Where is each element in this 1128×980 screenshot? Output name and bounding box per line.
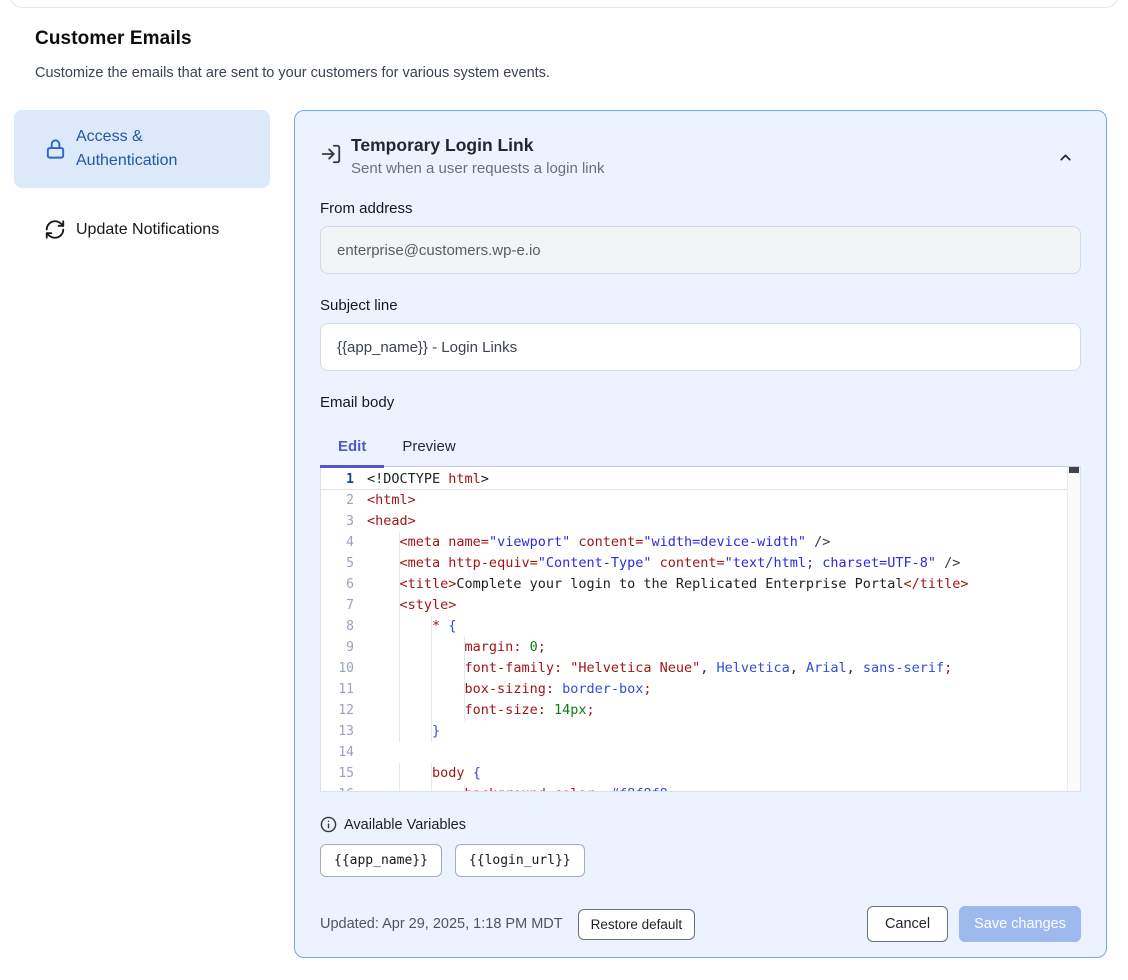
panel-header-text: Temporary Login Link Sent when a user re… — [351, 135, 1057, 177]
line-number: 2 — [321, 490, 367, 511]
code-line[interactable]: 7 <style> — [321, 595, 1080, 616]
page-subtitle: Customize the emails that are sent to yo… — [35, 65, 550, 81]
tab-edit[interactable]: Edit — [320, 426, 384, 466]
tab-preview[interactable]: Preview — [384, 426, 473, 466]
from-address-label: From address — [320, 200, 1081, 217]
code-line[interactable]: 14 — [321, 742, 1080, 763]
code-line[interactable]: 6 <title>Complete your login to the Repl… — [321, 574, 1080, 595]
refresh-icon — [44, 219, 67, 242]
variable-chip[interactable]: {{login_url}} — [455, 844, 585, 877]
code-content: body { — [367, 763, 1080, 784]
code-line[interactable]: 11 box-sizing: border-box; — [321, 679, 1080, 700]
log-in-icon — [320, 143, 342, 165]
available-variables-label: Available Variables — [344, 817, 466, 833]
code-line[interactable]: 15 body { — [321, 763, 1080, 784]
code-line[interactable]: 13 } — [321, 721, 1080, 742]
sidebar-item-label: Access & Authentication — [76, 125, 226, 173]
from-address-input[interactable] — [320, 226, 1081, 274]
sidebar: Access & Authentication Update Notificati… — [14, 110, 270, 254]
line-number: 1 — [321, 469, 367, 489]
email-settings-panel: Temporary Login Link Sent when a user re… — [294, 110, 1107, 958]
line-number: 11 — [321, 679, 367, 700]
save-changes-button[interactable]: Save changes — [959, 906, 1081, 942]
variable-chip[interactable]: {{app_name}} — [320, 844, 442, 877]
editor-tabs: EditPreview — [320, 426, 1081, 466]
panel-footer: Updated: Apr 29, 2025, 1:18 PM MDT Resto… — [320, 906, 1081, 942]
line-number: 13 — [321, 721, 367, 742]
variable-chips: {{app_name}} {{login_url}} — [320, 844, 1081, 877]
collapse-button[interactable] — [1057, 145, 1081, 169]
panel-subtitle: Sent when a user requests a login link — [351, 160, 1057, 177]
code-content: <meta name="viewport" content="width=dev… — [367, 532, 1080, 553]
code-content: <head> — [367, 511, 1080, 532]
sidebar-item-update-notifications[interactable]: Update Notifications — [14, 206, 270, 254]
code-editor[interactable]: 1<!DOCTYPE html>2<html>3<head>4 <meta na… — [320, 466, 1081, 792]
code-line[interactable]: 5 <meta http-equiv="Content-Type" conten… — [321, 553, 1080, 574]
sidebar-item-access-authentication[interactable]: Access & Authentication — [14, 110, 270, 188]
available-variables-row: Available Variables — [320, 816, 1081, 833]
code-content: <meta http-equiv="Content-Type" content=… — [367, 553, 1080, 574]
code-content: font-family: "Helvetica Neue", Helvetica… — [367, 658, 1080, 679]
line-number: 7 — [321, 595, 367, 616]
subject-line-input[interactable] — [320, 323, 1081, 371]
lock-icon — [44, 138, 67, 161]
code-content: background-color: #f8f8f8; — [367, 784, 1080, 792]
code-line[interactable]: 1<!DOCTYPE html> — [321, 469, 1080, 490]
line-number: 10 — [321, 658, 367, 679]
line-number: 3 — [321, 511, 367, 532]
line-number: 12 — [321, 700, 367, 721]
code-content: <title>Complete your login to the Replic… — [367, 574, 1080, 595]
code-line[interactable]: 10 font-family: "Helvetica Neue", Helvet… — [321, 658, 1080, 679]
panel-title: Temporary Login Link — [351, 135, 1057, 156]
code-content: <html> — [367, 490, 1080, 511]
previous-card-bottom-edge — [10, 0, 1118, 8]
code-line[interactable]: 12 font-size: 14px; — [321, 700, 1080, 721]
line-number: 16 — [321, 784, 367, 792]
code-content: box-sizing: border-box; — [367, 679, 1080, 700]
code-line[interactable]: 9 margin: 0; — [321, 637, 1080, 658]
chevron-up-icon — [1057, 149, 1081, 166]
code-content: * { — [367, 616, 1080, 637]
editor-scrollbar[interactable] — [1067, 467, 1080, 791]
subject-line-label: Subject line — [320, 297, 1081, 314]
code-content — [367, 742, 1080, 763]
code-content: } — [367, 721, 1080, 742]
line-number: 5 — [321, 553, 367, 574]
code-line[interactable]: 16 background-color: #f8f8f8; — [321, 784, 1080, 792]
code-content: <style> — [367, 595, 1080, 616]
code-content: margin: 0; — [367, 637, 1080, 658]
line-number: 8 — [321, 616, 367, 637]
code-line[interactable]: 2<html> — [321, 490, 1080, 511]
updated-timestamp: Updated: Apr 29, 2025, 1:18 PM MDT — [320, 916, 563, 932]
code-line[interactable]: 3<head> — [321, 511, 1080, 532]
line-number: 14 — [321, 742, 367, 763]
panel-header: Temporary Login Link Sent when a user re… — [320, 135, 1081, 177]
code-content: font-size: 14px; — [367, 700, 1080, 721]
sidebar-item-label: Update Notifications — [76, 221, 219, 239]
code-content: <!DOCTYPE html> — [367, 469, 1080, 489]
email-body-label: Email body — [320, 394, 1081, 411]
editor-scrollbar-thumb[interactable] — [1069, 467, 1079, 473]
page-title: Customer Emails — [35, 28, 192, 50]
line-number: 9 — [321, 637, 367, 658]
code-line[interactable]: 4 <meta name="viewport" content="width=d… — [321, 532, 1080, 553]
line-number: 6 — [321, 574, 367, 595]
restore-default-button[interactable]: Restore default — [578, 909, 696, 940]
code-line[interactable]: 8 * { — [321, 616, 1080, 637]
line-number: 4 — [321, 532, 367, 553]
line-number: 15 — [321, 763, 367, 784]
cancel-button[interactable]: Cancel — [867, 906, 948, 942]
info-icon — [320, 816, 337, 833]
